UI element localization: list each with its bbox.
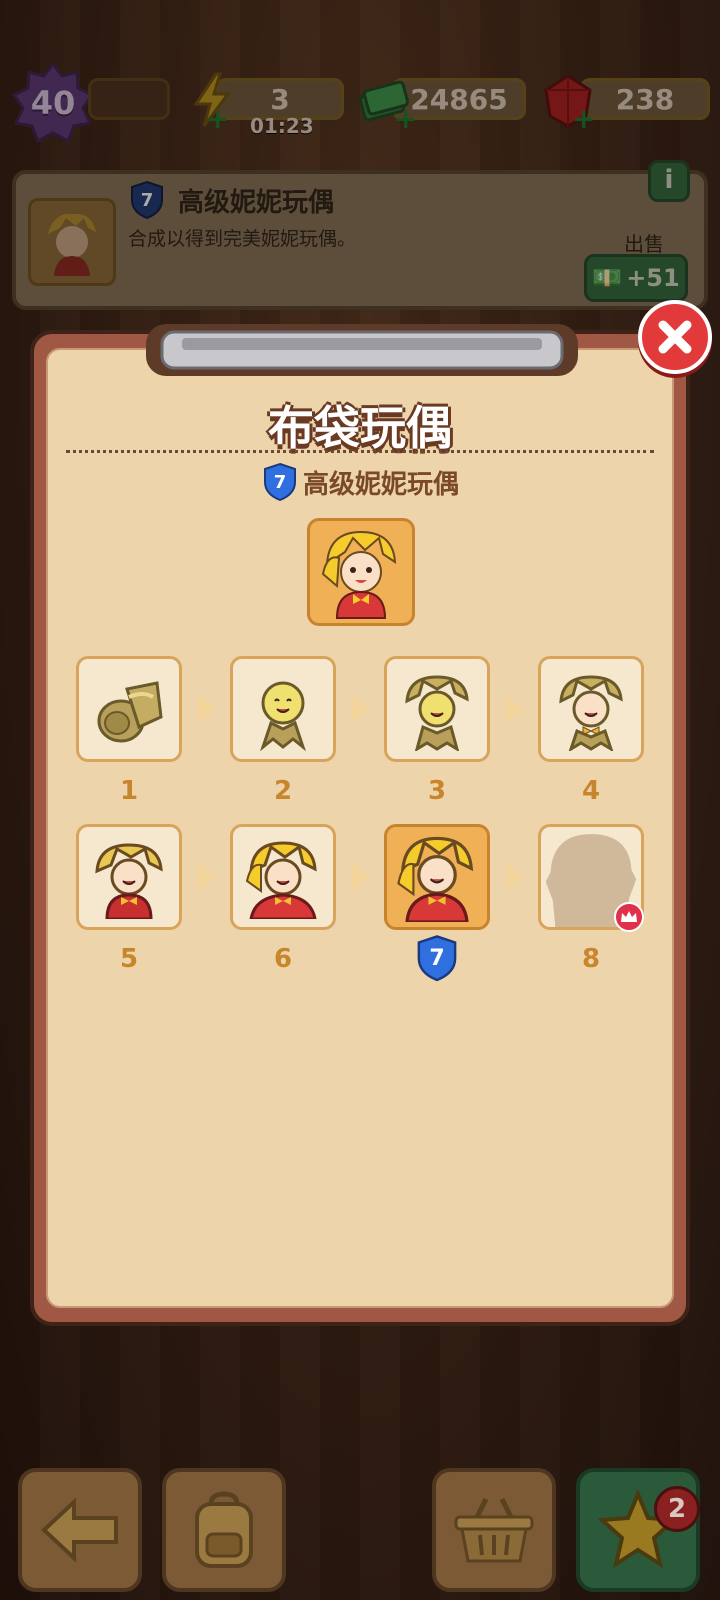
chain-tile-2[interactable] xyxy=(230,656,336,762)
chain-level-3: 3 xyxy=(427,776,447,806)
chain-arrow xyxy=(352,863,370,891)
chain-level-5: 5 xyxy=(119,944,139,974)
chain-arrow xyxy=(198,863,216,891)
chain-level-6: 6 xyxy=(273,944,293,974)
chain-level-1: 1 xyxy=(119,776,139,806)
star-rewards-button[interactable]: 2 xyxy=(576,1468,700,1592)
advanced-nini-doll-icon xyxy=(397,836,474,922)
chain-tile-3[interactable] xyxy=(384,656,490,762)
chain-arrow xyxy=(198,695,216,723)
clipboard-clip-icon xyxy=(146,324,578,376)
chain-arrow xyxy=(352,695,370,723)
chain-level-8: 8 xyxy=(581,944,601,974)
chain-arrow xyxy=(506,695,524,723)
close-button[interactable] xyxy=(638,300,712,374)
crown-icon xyxy=(614,902,644,932)
backpack-icon xyxy=(195,1491,253,1568)
chain-level-2: 2 xyxy=(273,776,293,806)
hatted-burlap-doll-icon xyxy=(405,675,469,751)
close-icon xyxy=(658,320,692,354)
current-level-shield: 7 xyxy=(414,934,460,982)
chain-tile-6[interactable] xyxy=(230,824,336,930)
chain-arrow xyxy=(506,863,524,891)
modal-title: 布袋玩偶 xyxy=(268,401,452,455)
chain-tile-4[interactable] xyxy=(538,656,644,762)
blonde-doll-icon xyxy=(245,841,317,919)
subtitle-text: 高级妮妮玩偶 xyxy=(302,469,459,500)
subtitle-level-shield: 7 xyxy=(261,462,299,502)
bowtie-burlap-doll-icon xyxy=(559,675,623,751)
smiley-burlap-doll-icon xyxy=(260,681,306,751)
title-divider xyxy=(66,450,654,453)
notification-badge: 2 xyxy=(654,1486,700,1532)
burlap-roll-icon xyxy=(97,681,163,743)
featured-item-tile[interactable] xyxy=(307,518,415,626)
advanced-nini-doll-icon xyxy=(321,530,397,619)
backpack-button[interactable] xyxy=(162,1468,286,1592)
chain-level-4: 4 xyxy=(581,776,601,806)
chain-tile-1[interactable] xyxy=(76,656,182,762)
basket-icon xyxy=(454,1497,534,1563)
back-button[interactable] xyxy=(18,1468,142,1592)
red-dress-doll-icon xyxy=(95,843,163,919)
left-arrow-icon xyxy=(41,1498,118,1562)
modal-subtitle: 7 高级妮妮玩偶 xyxy=(0,462,720,502)
chain-tile-5[interactable] xyxy=(76,824,182,930)
chain-tile-7[interactable] xyxy=(384,824,490,930)
shop-basket-button[interactable] xyxy=(432,1468,556,1592)
